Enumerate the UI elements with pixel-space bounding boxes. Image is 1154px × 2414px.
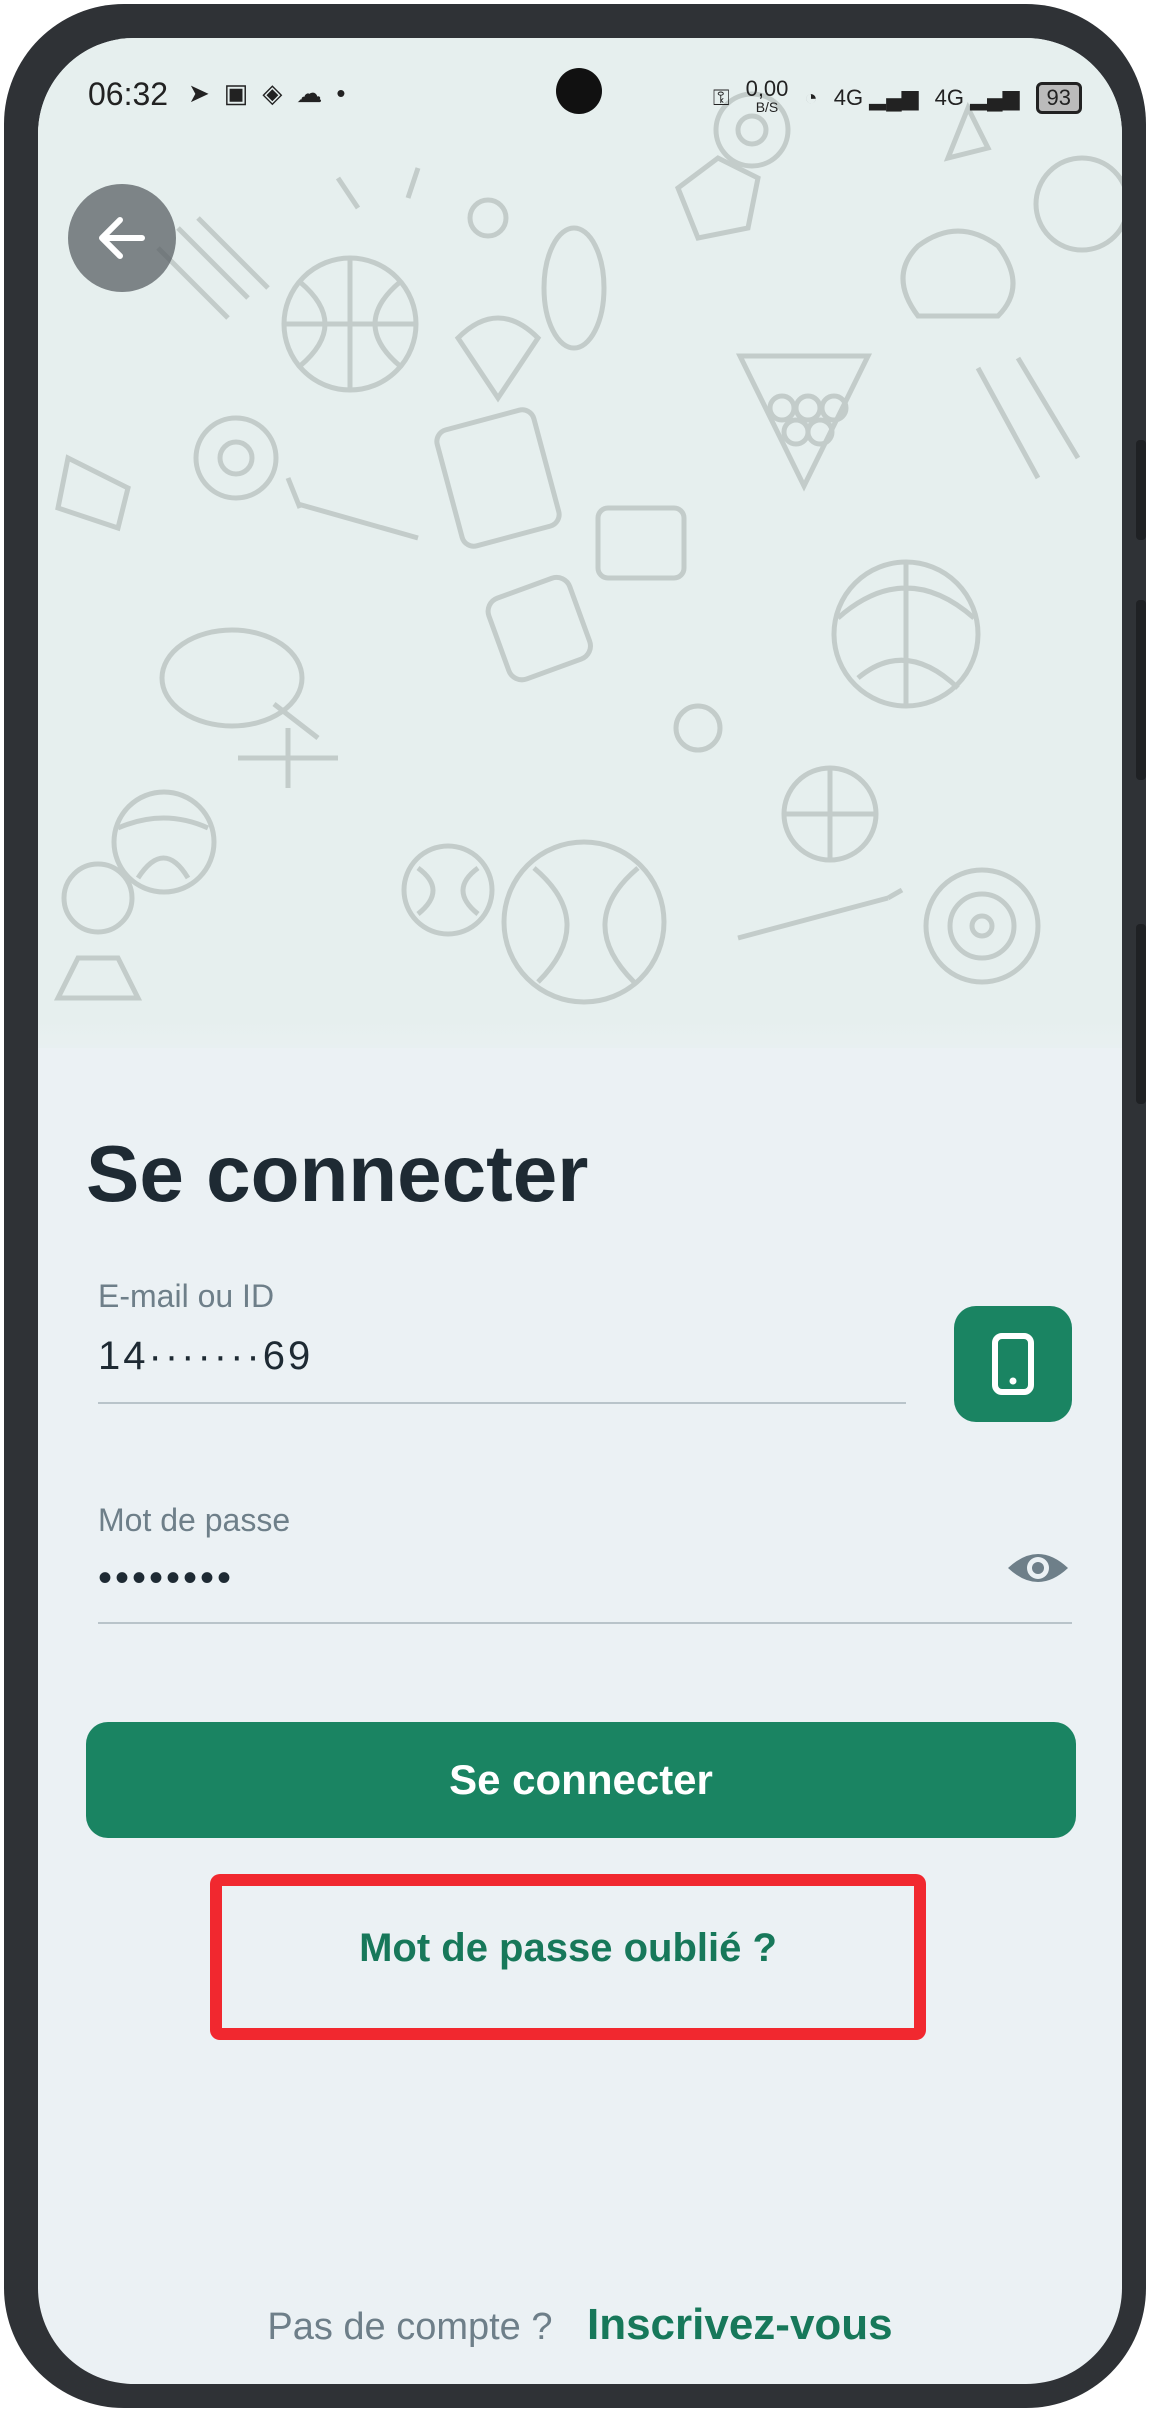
- volume-up-button: [1136, 440, 1146, 540]
- login-button[interactable]: Se connecter: [86, 1722, 1076, 1838]
- screen: 06:32 ➤▣◈☁• ⚿ 0,00 B/S ◔ 4G ▂▄▆ 4G ▂▄▆ 9…: [38, 38, 1122, 2384]
- phone-frame: 06:32 ➤▣◈☁• ⚿ 0,00 B/S ◔ 4G ▂▄▆ 4G ▂▄▆ 9…: [4, 4, 1146, 2408]
- battery-indicator: 93: [1035, 82, 1082, 114]
- signal-1: 4G ▂▄▆: [833, 85, 919, 110]
- cloud-icon: ☁: [296, 78, 337, 108]
- dot-icon: •: [336, 78, 360, 108]
- volume-down-button: [1136, 600, 1146, 780]
- notification-icons: ➤▣◈☁•: [188, 78, 359, 109]
- net-speed-unit: B/S: [755, 99, 779, 115]
- back-button[interactable]: [68, 184, 176, 292]
- status-bar: 06:32 ➤▣◈☁• ⚿ 0,00 B/S ◔ 4G ▂▄▆ 4G ▂▄▆ 9…: [38, 68, 1122, 136]
- system-indicators: ⚿ 0,00 B/S ◔ 4G ▂▄▆ 4G ▂▄▆ 93: [712, 76, 1082, 116]
- net-speed-value: 0,00: [745, 76, 789, 101]
- cat-icon: ◈: [262, 78, 297, 108]
- signup-link[interactable]: Inscrivez-vous: [587, 2300, 893, 2349]
- signal-2-label: 4G: [934, 85, 964, 110]
- vpn-key-icon: ⚿: [712, 85, 730, 110]
- email-label: E-mail ou ID: [98, 1278, 275, 1314]
- network-speed: 0,00 B/S: [745, 76, 789, 116]
- pattern-illustration: [53, 91, 1122, 1005]
- status-time: 06:32: [88, 76, 169, 112]
- page-title: Se connecter: [86, 1129, 589, 1218]
- wifi-icon: ◔: [804, 85, 818, 110]
- password-label: Mot de passe: [98, 1502, 291, 1538]
- signal-1-label: 4G: [833, 85, 864, 110]
- power-button: [1136, 924, 1146, 1104]
- sports-pattern-background: [38, 38, 1122, 1048]
- arrow-left-icon: [99, 217, 145, 259]
- smartphone-icon: [992, 1333, 1034, 1395]
- pattern-fade: [38, 1018, 1122, 1078]
- password-field[interactable]: ••••••••: [98, 1556, 234, 1601]
- forgot-password-link[interactable]: Mot de passe oublié ?: [222, 1926, 914, 1971]
- telegram-icon: ➤: [188, 78, 224, 108]
- email-underline: [98, 1402, 906, 1404]
- front-camera: [556, 68, 602, 114]
- phone-login-toggle[interactable]: [954, 1306, 1072, 1422]
- app-icon: ▣: [223, 78, 263, 108]
- signup-row: Pas de compte ? Inscrivez-vous: [38, 2300, 1122, 2350]
- signal-2: 4G ▂▄▆: [934, 85, 1020, 110]
- eye-icon[interactable]: [1004, 1546, 1072, 1590]
- password-underline: [98, 1622, 1072, 1624]
- email-field[interactable]: 14·······69: [98, 1334, 313, 1379]
- no-account-text: Pas de compte ?: [267, 2306, 553, 2348]
